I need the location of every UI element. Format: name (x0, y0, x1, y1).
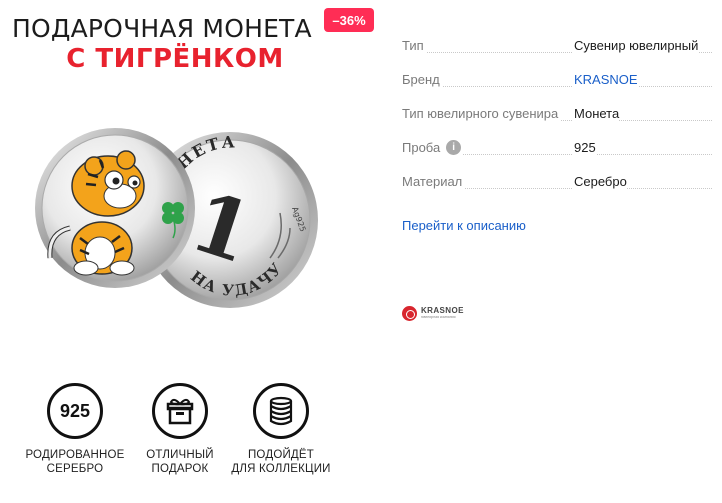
gift-box-glyph (166, 398, 194, 425)
coin-stack-icon (253, 383, 309, 439)
spec-row-type: Тип Сувенир ювелирный (402, 38, 712, 72)
brand-logo-tagline: ювелирная компания (421, 315, 456, 320)
product-specs: Тип Сувенир ювелирный Бренд KRASNOE Тип … (402, 38, 712, 208)
brand-logo-name: KRASNOE (421, 306, 464, 316)
feature-rhodium-silver: 925 РОДИРОВАННОЕ СЕРЕБРО (20, 383, 130, 476)
product-title-line2: С ТИГРЁНКОМ (66, 44, 284, 74)
feature-caption-line1: ПОДОЙДЁТ (247, 449, 315, 461)
feature-caption-line1: ОТЛИЧНЫЙ (146, 449, 214, 461)
feature-for-collection: ПОДОЙДЁТ ДЛЯ КОЛЛЕКЦИИ (226, 383, 336, 476)
spec-label-text: Проба (402, 140, 441, 155)
gift-box-icon (152, 383, 208, 439)
feature-caption-line2: ДЛЯ КОЛЛЕКЦИИ (231, 463, 331, 475)
features-row: 925 РОДИРОВАННОЕ СЕРЕБРО ОТЛИЧНЫЙ ПОДАРО… (0, 383, 360, 483)
925-hallmark-icon: 925 (47, 383, 103, 439)
info-icon[interactable]: i (446, 140, 462, 155)
krasnoe-logo-icon (402, 306, 417, 321)
discount-badge: –36% (324, 8, 374, 32)
spec-label: Тип ювелирного сувенира (402, 106, 561, 121)
brand-link[interactable]: KRASNOE (572, 72, 638, 87)
brand-logo-text: KRASNOE ювелирная компания (421, 307, 464, 320)
feature-caption: ПОДОЙДЁТ ДЛЯ КОЛЛЕКЦИИ (226, 448, 336, 476)
product-title-line1: ПОДАРОЧНАЯ МОНЕТА (12, 14, 312, 43)
spec-row-material: Материал Серебро (402, 174, 712, 208)
spec-dotted-leader (402, 86, 712, 87)
brand-logo[interactable]: KRASNOE ювелирная компания (402, 306, 464, 321)
spec-value: Монета (572, 106, 620, 121)
feature-caption-line1: РОДИРОВАННОЕ (25, 449, 125, 461)
spec-label-with-info: Проба i (402, 140, 464, 155)
spec-label: Бренд (402, 72, 442, 87)
hallmark-number: 925 (59, 400, 91, 421)
coin-front (35, 128, 195, 288)
feature-caption: РОДИРОВАННОЕ СЕРЕБРО (20, 448, 130, 476)
coins-illustration: МОНЕТА 1 НА УДАЧУ Ag925 (35, 128, 318, 308)
spec-value: Серебро (572, 174, 627, 189)
spec-label: Тип (402, 38, 426, 53)
spec-value: 925 (572, 140, 596, 155)
spec-label: Материал (402, 174, 465, 189)
spec-row-brand: Бренд KRASNOE (402, 72, 712, 106)
coin-stack-glyph (269, 396, 293, 426)
feature-caption-line2: ПОДАРОК (151, 463, 209, 475)
go-to-description-link[interactable]: Перейти к описанию (402, 218, 526, 233)
spec-row-fineness: Проба i 925 (402, 140, 712, 174)
feature-great-gift: ОТЛИЧНЫЙ ПОДАРОК (125, 383, 235, 476)
feature-caption-line2: СЕРЕБРО (46, 463, 104, 475)
product-image: ПОДАРОЧНАЯ МОНЕТА С ТИГРЁНКОМ –36% МОНЕТ… (0, 0, 380, 503)
spec-row-souvenir-type: Тип ювелирного сувенира Монета (402, 106, 712, 140)
feature-caption: ОТЛИЧНЫЙ ПОДАРОК (125, 448, 235, 476)
spec-value: Сувенир ювелирный (572, 38, 699, 53)
